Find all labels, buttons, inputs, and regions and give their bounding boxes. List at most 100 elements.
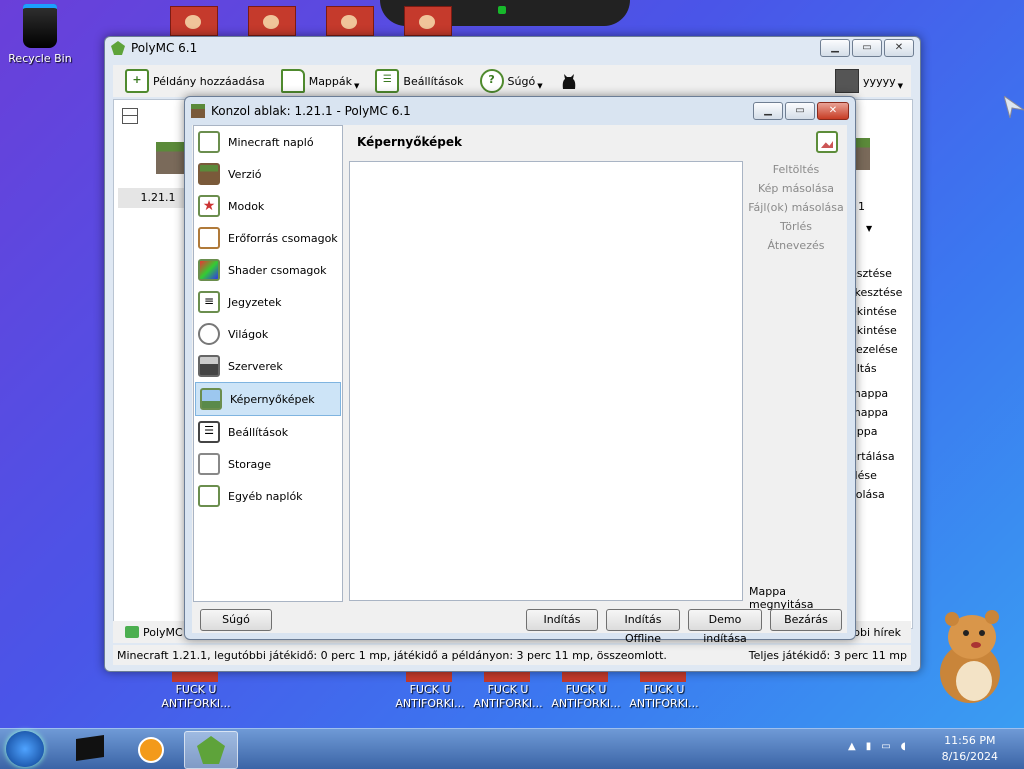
- account-button[interactable]: yyyyy ▼: [831, 68, 907, 94]
- desktop-shortcut[interactable]: FUCK U ANTIFORKI...: [390, 683, 470, 711]
- sidebar-item-label: Modok: [228, 199, 265, 213]
- dropdown-arrow-icon[interactable]: ▼: [866, 224, 872, 233]
- taskbar-app-polymc[interactable]: [184, 731, 238, 769]
- instance-action[interactable]: ekintése: [850, 305, 897, 318]
- clock[interactable]: 11:56 PM 8/16/2024: [942, 733, 998, 765]
- folders-button[interactable]: Mappák ▼: [277, 68, 364, 94]
- maximize-button[interactable]: ▭: [852, 39, 882, 57]
- console-window-title: Konzol ablak: 1.21.1 - PolyMC 6.1: [211, 104, 411, 118]
- grass-block-icon: [191, 104, 205, 118]
- desktop-shortcut[interactable]: FUCK U ANTIFORKI...: [468, 683, 548, 711]
- desktop-shortcut[interactable]: FUCK U ANTIFORKI...: [546, 683, 626, 711]
- rename-button[interactable]: Átnevezés: [746, 239, 846, 258]
- network-icon[interactable]: ▮: [866, 741, 882, 752]
- paper-plane-icon: [1004, 96, 1024, 118]
- help-label: Súgó: [507, 74, 536, 88]
- mario-shortcut-icon[interactable]: [248, 6, 296, 36]
- settings-button[interactable]: ☰ Beállítások: [371, 68, 467, 94]
- sidebar-item-version[interactable]: Verzió: [194, 158, 342, 190]
- desktop-shortcut[interactable]: FUCK U ANTIFORKI...: [156, 683, 236, 711]
- display-icon[interactable]: ▭: [881, 741, 900, 752]
- sidebar-item-shader-packs[interactable]: Shader csomagok: [194, 254, 342, 286]
- instance-action[interactable]: ortálása: [850, 450, 895, 463]
- briefcase-icon: [198, 227, 220, 249]
- settings-list-icon: ☰: [375, 69, 400, 93]
- sidebar-item-other-logs[interactable]: Egyéb naplók: [194, 480, 342, 512]
- minimize-button[interactable]: ▁: [753, 102, 783, 120]
- right-value: 1: [858, 200, 865, 213]
- sidebar-item-label: Minecraft napló: [228, 135, 314, 149]
- instance-action[interactable]: kezelése: [850, 343, 898, 356]
- console-body: Minecraft napló Verzió ★ Modok Erőforrás …: [192, 125, 847, 645]
- hamster-desktop-pet-icon[interactable]: [930, 605, 1012, 705]
- mario-shortcut-icon[interactable]: [326, 6, 374, 36]
- help-button[interactable]: ? Súgó ▼: [476, 68, 547, 94]
- console-titlebar[interactable]: Konzol ablak: 1.21.1 - PolyMC 6.1 ▁ ▭ ✕: [185, 100, 855, 122]
- taskbar-app-terminal[interactable]: [64, 731, 116, 767]
- close-button[interactable]: ✕: [817, 102, 849, 120]
- mario-shortcut-icon[interactable]: [170, 6, 218, 36]
- instance-action[interactable]: esztése: [850, 267, 892, 280]
- screenshots-list[interactable]: [349, 161, 743, 601]
- volume-icon[interactable]: ◖: [901, 741, 916, 752]
- news-icon: [125, 626, 139, 638]
- copy-image-button[interactable]: Kép másolása: [746, 182, 846, 201]
- sidebar-item-label: Verzió: [228, 167, 262, 181]
- more-news-link[interactable]: bbi hírek: [853, 626, 901, 639]
- polymc-logo-icon: [197, 736, 225, 764]
- shortcut-label: FUCK U: [565, 683, 607, 696]
- show-hidden-icons-icon[interactable]: ▲: [848, 741, 866, 752]
- recycle-bin-icon: [23, 4, 57, 48]
- cube-icon: [198, 259, 220, 281]
- instance-action[interactable]: ekintése: [850, 324, 897, 337]
- instance-action[interactable]: rkesztése: [850, 286, 902, 299]
- settings-list-icon: ☰: [198, 421, 220, 443]
- instance-label: 1.21.1: [140, 191, 176, 204]
- sidebar-item-settings[interactable]: ☰ Beállítások: [194, 416, 342, 448]
- storage-icon: [198, 453, 220, 475]
- sidebar-item-storage[interactable]: Storage: [194, 448, 342, 480]
- sidebar-item-mods[interactable]: ★ Modok: [194, 190, 342, 222]
- launch-offline-button[interactable]: Indítás Offline: [606, 609, 680, 645]
- folder-icon: [280, 69, 305, 93]
- recycle-bin[interactable]: Recycle Bin: [0, 4, 80, 66]
- main-titlebar[interactable]: PolyMC 6.1 ▁ ▭ ✕: [105, 37, 920, 59]
- instance-item[interactable]: 1.21.1: [118, 188, 184, 208]
- cat-button[interactable]: [555, 68, 583, 94]
- shortcut-label: FUCK U: [487, 683, 529, 696]
- question-icon: ?: [479, 69, 504, 93]
- screenshot-actions: Feltöltés Kép másolása Fájl(ok) másolása…: [746, 163, 846, 258]
- launch-button[interactable]: Indítás: [526, 609, 598, 631]
- sidebar-item-servers[interactable]: Szerverek: [194, 350, 342, 382]
- upload-button[interactable]: Feltöltés: [746, 163, 846, 182]
- screenshots-image-icon: [816, 131, 838, 153]
- start-button-icon[interactable]: [6, 731, 44, 767]
- open-folder-button[interactable]: Mappa megnyitása: [749, 585, 847, 611]
- sidebar-item-label: Világok: [228, 327, 269, 341]
- add-instance-button[interactable]: + Példány hozzáadása: [121, 68, 269, 94]
- add-instance-label: Példány hozzáadása: [153, 74, 265, 88]
- sidebar-item-resource-packs[interactable]: Erőforrás csomagok: [194, 222, 342, 254]
- image-icon: [200, 388, 222, 410]
- sidebar-item-worlds[interactable]: Világok: [194, 318, 342, 350]
- close-button[interactable]: ✕: [884, 39, 914, 57]
- demo-launch-button[interactable]: Demo indítása: [688, 609, 762, 645]
- collapse-group-icon[interactable]: [122, 108, 138, 124]
- taskbar-app-media-player[interactable]: [124, 731, 176, 767]
- copy-files-button[interactable]: Fájl(ok) másolása: [746, 201, 846, 220]
- dropdown-arrow-icon: ▼: [354, 82, 360, 90]
- sidebar-item-notes[interactable]: ≡ Jegyzetek: [194, 286, 342, 318]
- globe-icon: [198, 323, 220, 345]
- delete-button[interactable]: Törlés: [746, 220, 846, 239]
- close-dialog-button[interactable]: Bezárás: [770, 609, 842, 631]
- sidebar-item-label: Erőforrás csomagok: [228, 231, 338, 245]
- desktop-shortcut[interactable]: FUCK U ANTIFORKI...: [624, 683, 704, 711]
- mario-shortcut-icon[interactable]: [404, 6, 452, 36]
- sidebar-item-label: Jegyzetek: [228, 295, 282, 309]
- main-window-title: PolyMC 6.1: [131, 41, 198, 55]
- sidebar-item-screenshots[interactable]: Képernyőképek: [195, 382, 341, 416]
- minimize-button[interactable]: ▁: [820, 39, 850, 57]
- maximize-button[interactable]: ▭: [785, 102, 815, 120]
- sidebar-item-minecraft-log[interactable]: Minecraft napló: [194, 126, 342, 158]
- help-button[interactable]: Súgó: [200, 609, 272, 631]
